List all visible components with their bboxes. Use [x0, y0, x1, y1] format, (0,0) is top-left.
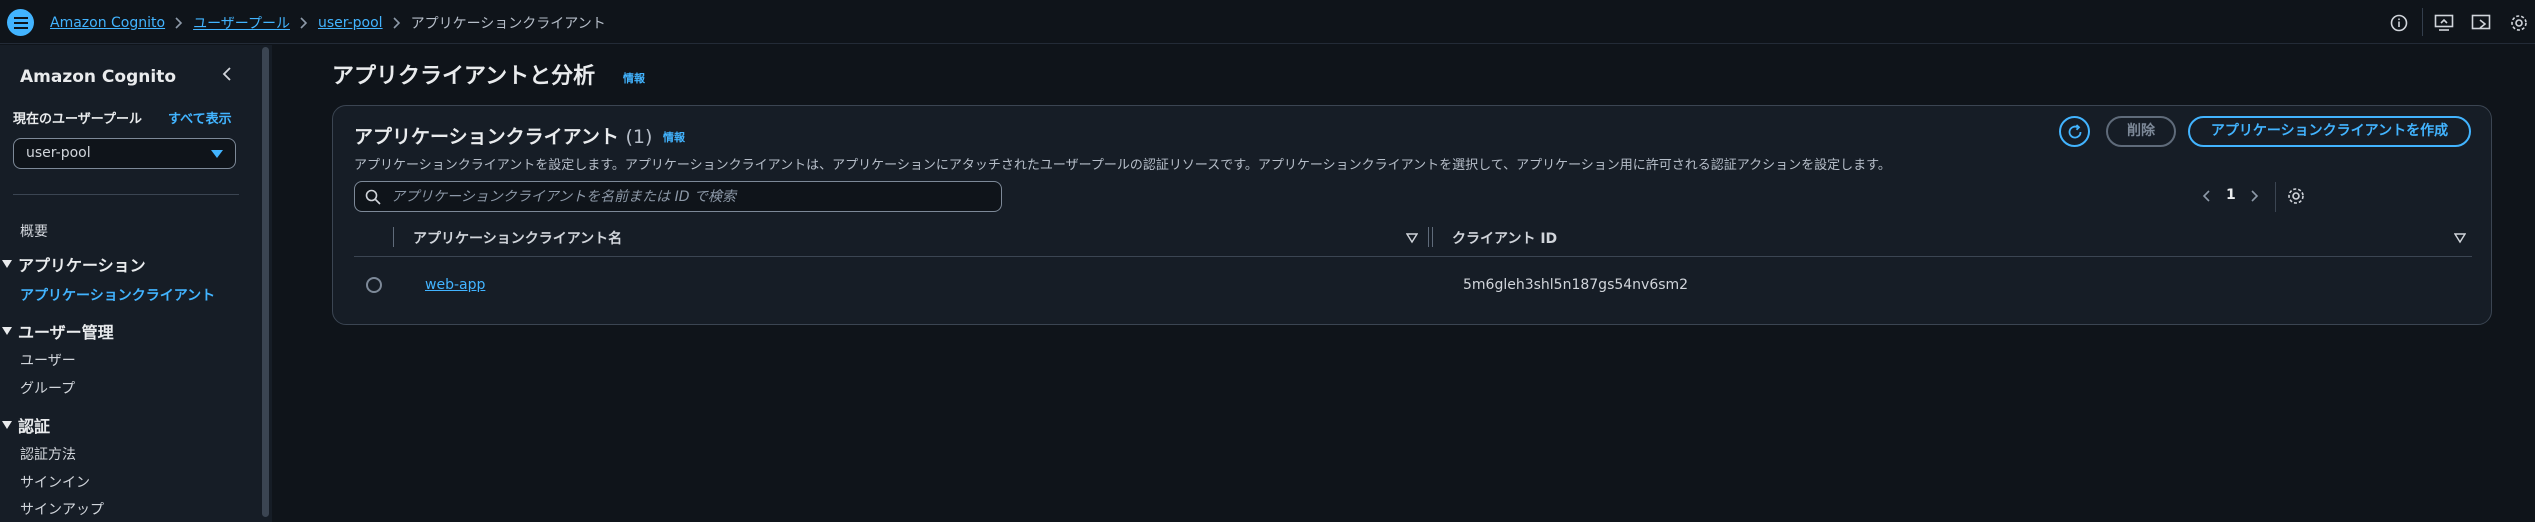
sidebar-title: Amazon Cognito [20, 67, 176, 87]
column-divider [393, 227, 394, 247]
page-info-link[interactable]: 情報 [623, 70, 645, 86]
gear-icon[interactable] [2508, 12, 2530, 34]
refresh-button[interactable] [2059, 116, 2090, 147]
panel-count: (1) [625, 126, 653, 148]
panel-description: アプリケーションクライアントを設定します。アプリケーションクライアントは、アプリ… [354, 158, 1891, 173]
gear-icon [2288, 188, 2304, 204]
chevron-right-icon [175, 17, 183, 29]
sidebar-item-sign-up[interactable]: サインアップ [20, 499, 104, 519]
feedback-icon[interactable] [2433, 12, 2455, 34]
sidebar-section-label: 認証 [18, 417, 51, 436]
search-icon [365, 189, 381, 205]
panel-title: アプリケーションクライアント (1) [354, 122, 652, 149]
sidebar-section-user-management[interactable]: ユーザー管理 [2, 319, 114, 343]
side-navigation: Amazon Cognito 現在のユーザープール すべて表示 user-poo… [0, 45, 258, 522]
column-divider [1428, 227, 1429, 247]
chevron-left-icon [222, 67, 231, 81]
chevron-right-icon [393, 17, 401, 29]
panel-info-link[interactable]: 情報 [663, 129, 685, 145]
sidebar-section-applications[interactable]: アプリケーション [2, 252, 146, 276]
breadcrumb-link-user-pool[interactable]: user-pool [318, 15, 383, 31]
breadcrumb-link-cognito[interactable]: Amazon Cognito [50, 15, 165, 31]
caret-down-icon [211, 150, 223, 158]
column-header-name[interactable]: アプリケーションクライアント名 [413, 228, 622, 248]
caret-down-icon [2, 327, 12, 335]
sidebar-item-users[interactable]: ユーザー [20, 350, 76, 370]
sidebar-item-auth-methods[interactable]: 認証方法 [20, 444, 76, 464]
pagination-divider [2275, 182, 2276, 212]
breadcrumb: Amazon Cognito ユーザープール user-pool アプリケーショ… [50, 14, 606, 32]
sidebar-section-label: アプリケーション [18, 256, 146, 275]
breadcrumb-link-user-pools[interactable]: ユーザープール [193, 13, 290, 33]
sidebar-item-overview[interactable]: 概要 [20, 221, 48, 241]
table-header-divider [354, 256, 2472, 257]
sidebar-section-label: ユーザー管理 [18, 323, 114, 342]
sidebar-section-authentication[interactable]: 認証 [2, 413, 50, 437]
user-pool-select[interactable]: user-pool [13, 138, 236, 169]
breadcrumb-current: アプリケーションクライアント [410, 16, 606, 32]
table-preferences-button[interactable] [2284, 184, 2308, 208]
sidebar-item-sign-in[interactable]: サインイン [20, 472, 90, 492]
page-title: アプリクライアントと分析 [332, 64, 596, 89]
current-user-pool-label: 現在のユーザープール [13, 112, 142, 127]
user-pool-select-value: user-pool [26, 145, 91, 161]
app-clients-panel: アプリケーションクライアント (1) 情報 アプリケーションクライアントを設定し… [332, 105, 2492, 325]
page-number[interactable]: 1 [2226, 187, 2236, 203]
collapse-sidebar-button[interactable] [218, 65, 236, 83]
delete-button[interactable]: 削除 [2106, 116, 2176, 147]
sidebar-item-groups[interactable]: グループ [20, 378, 75, 398]
create-app-client-button[interactable]: アプリケーションクライアントを作成 [2188, 116, 2471, 147]
app-client-name-link[interactable]: web-app [425, 277, 485, 293]
sort-icon[interactable] [2454, 232, 2466, 244]
row-select-radio[interactable] [366, 277, 382, 293]
panel-title-text: アプリケーションクライアント [354, 126, 619, 148]
refresh-icon [2068, 123, 2081, 138]
toolbar-divider [2422, 8, 2423, 36]
chevron-left-icon[interactable] [2199, 188, 2215, 204]
sort-icon[interactable] [1406, 232, 1418, 244]
caret-down-icon [2, 260, 12, 268]
sidebar-item-app-clients[interactable]: アプリケーションクライアント [20, 285, 215, 305]
chevron-right-icon [300, 17, 308, 29]
scrollbar-thumb[interactable] [262, 47, 269, 517]
hamburger-icon [13, 16, 28, 29]
column-header-client-id[interactable]: クライアント ID [1452, 228, 1557, 248]
column-divider [1432, 227, 1433, 247]
info-icon[interactable] [2388, 12, 2410, 34]
search-input[interactable] [391, 182, 991, 211]
menu-button[interactable] [7, 9, 34, 36]
search-field[interactable] [354, 181, 1002, 212]
top-navigation-bar: Amazon Cognito ユーザープール user-pool アプリケーショ… [0, 0, 2535, 44]
chevron-right-icon[interactable] [2246, 188, 2262, 204]
sidebar-divider [13, 194, 239, 195]
cloudshell-icon[interactable] [2470, 12, 2492, 34]
client-id-value: 5m6gleh3shl5n187gs54nv6sm2 [1463, 277, 1689, 293]
sidebar-scrollbar[interactable] [258, 45, 272, 522]
show-all-link[interactable]: すべて表示 [168, 108, 232, 127]
caret-down-icon [2, 421, 12, 429]
